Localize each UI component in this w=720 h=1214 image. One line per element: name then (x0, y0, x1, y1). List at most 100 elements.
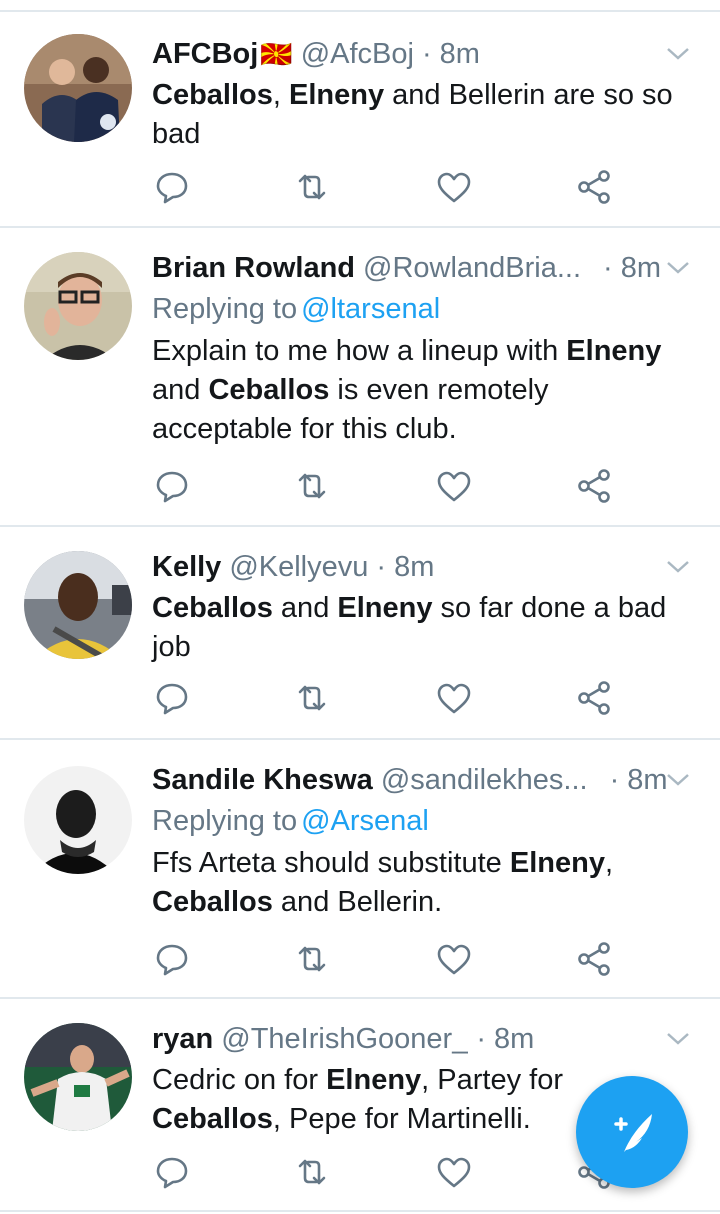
user-handle[interactable]: @Kellyevu (229, 551, 368, 584)
reply-button[interactable] (152, 1152, 192, 1192)
share-button[interactable] (574, 167, 614, 207)
separator-dot: · (603, 251, 613, 284)
user-handle[interactable]: @sandilekhes... (381, 764, 588, 797)
tweet-text: Explain to me how a lineup with Elneny a… (152, 332, 696, 449)
text-segment: , Partey for (421, 1064, 563, 1096)
tweet-text: Ffs Arteta should substitute Elneny, Ceb… (152, 844, 696, 922)
retweet-button[interactable] (292, 939, 332, 979)
bold-text: Elneny (326, 1064, 422, 1096)
tweet[interactable]: Kelly @Kellyevu · 8m Ceballos and Elneny… (0, 527, 720, 738)
tweet[interactable]: Sandile Kheswa @sandilekhes... · 8m Repl… (0, 740, 720, 997)
display-name[interactable]: ryan (152, 1023, 213, 1056)
retweet-icon (298, 174, 326, 200)
tweet-text: Ceballos and Elneny so far done a bad jo… (152, 589, 696, 667)
separator-dot: · (376, 550, 387, 583)
reply-button[interactable] (152, 939, 192, 979)
divider (0, 1210, 720, 1212)
bold-text: Elneny (566, 335, 662, 367)
like-button[interactable] (434, 1152, 474, 1192)
text-segment: , (604, 847, 614, 879)
display-name[interactable]: Sandile Kheswa (152, 764, 373, 797)
avatar[interactable] (24, 34, 132, 142)
text-segment: , Pepe for Martinelli. (272, 1103, 531, 1135)
text-segment: Cedric on for (152, 1064, 327, 1096)
timestamp[interactable]: 8m (494, 1023, 534, 1056)
chevron-down-icon[interactable] (664, 254, 692, 282)
mention-link[interactable]: @Arsenal (301, 805, 429, 837)
tweet-actions (152, 939, 632, 979)
text-segment: and (272, 592, 338, 624)
heart-icon (437, 683, 471, 714)
separator-dot: · (609, 763, 620, 796)
share-button[interactable] (574, 939, 614, 979)
tweet-actions (152, 466, 632, 506)
tweet-actions (152, 1152, 632, 1192)
text-segment: and Bellerin. (272, 886, 443, 918)
bold-text: Ceballos (152, 79, 273, 111)
chevron-down-icon[interactable] (664, 553, 692, 581)
replying-to-label: Replying to (152, 293, 298, 325)
timestamp[interactable]: 8m (621, 252, 661, 285)
heart-icon (437, 1157, 471, 1188)
replying-to-label: Replying to (152, 805, 298, 837)
reply-icon (156, 683, 188, 715)
separator-dot: · (421, 37, 432, 70)
replying-to: Replying to @ltarsenal (152, 288, 696, 330)
avatar[interactable] (24, 551, 132, 659)
user-handle[interactable]: @AfcBoj (301, 38, 414, 71)
like-button[interactable] (434, 167, 474, 207)
tweet[interactable]: AFCBoj 🇲🇰 @AfcBoj · 8m Ceballos, Elneny … (0, 12, 720, 226)
user-handle[interactable]: @RowlandBria... (363, 252, 581, 285)
retweet-button[interactable] (292, 167, 332, 207)
bold-text: Ceballos (152, 1103, 273, 1135)
avatar[interactable] (24, 1023, 132, 1131)
display-name[interactable]: Brian Rowland (152, 252, 355, 285)
replying-to: Replying to @Arsenal (152, 800, 696, 842)
retweet-button[interactable] (292, 1152, 332, 1192)
reply-button[interactable] (152, 466, 192, 506)
share-button[interactable] (574, 678, 614, 718)
share-icon (578, 942, 610, 976)
avatar[interactable] (24, 252, 132, 360)
heart-icon (437, 471, 471, 502)
chevron-down-icon[interactable] (664, 1025, 692, 1053)
like-button[interactable] (434, 678, 474, 718)
retweet-button[interactable] (292, 678, 332, 718)
avatar[interactable] (24, 766, 132, 874)
retweet-icon (298, 685, 326, 711)
share-icon (578, 469, 610, 503)
chevron-down-icon[interactable] (664, 766, 692, 794)
retweet-icon (298, 473, 326, 499)
chevron-down-icon[interactable] (664, 40, 692, 68)
mention-link[interactable]: @ltarsenal (301, 293, 440, 325)
text-segment: Ffs Arteta should substitute (152, 847, 510, 879)
display-name[interactable]: AFCBoj (152, 38, 258, 71)
display-name[interactable]: Kelly (152, 551, 221, 584)
retweet-icon (298, 946, 326, 972)
timestamp[interactable]: 8m (440, 38, 480, 71)
bold-text: Elneny (337, 592, 433, 624)
reply-button[interactable] (152, 167, 192, 207)
retweet-icon (298, 1159, 326, 1185)
compose-tweet-icon (614, 1114, 652, 1152)
retweet-button[interactable] (292, 466, 332, 506)
share-button[interactable] (574, 466, 614, 506)
like-button[interactable] (434, 466, 474, 506)
flag-emoji: 🇲🇰 (260, 38, 293, 69)
user-handle[interactable]: @TheIrishGooner_ (221, 1023, 468, 1056)
timestamp[interactable]: 8m (394, 551, 434, 584)
reply-icon (156, 471, 188, 503)
bold-text: Ceballos (208, 374, 330, 406)
text-segment: and (152, 374, 209, 406)
tweet[interactable]: Brian Rowland @RowlandBria... · 8m Reply… (0, 228, 720, 525)
text-segment: Explain to me how a lineup with (152, 335, 567, 367)
separator-dot: · (476, 1022, 486, 1055)
like-button[interactable] (434, 939, 474, 979)
heart-icon (437, 944, 471, 975)
compose-tweet-button[interactable] (576, 1076, 688, 1188)
timestamp[interactable]: 8m (627, 764, 667, 797)
reply-button[interactable] (152, 678, 192, 718)
text-segment: , (272, 79, 289, 111)
reply-icon (156, 172, 188, 204)
bold-text: Ceballos (152, 886, 273, 918)
